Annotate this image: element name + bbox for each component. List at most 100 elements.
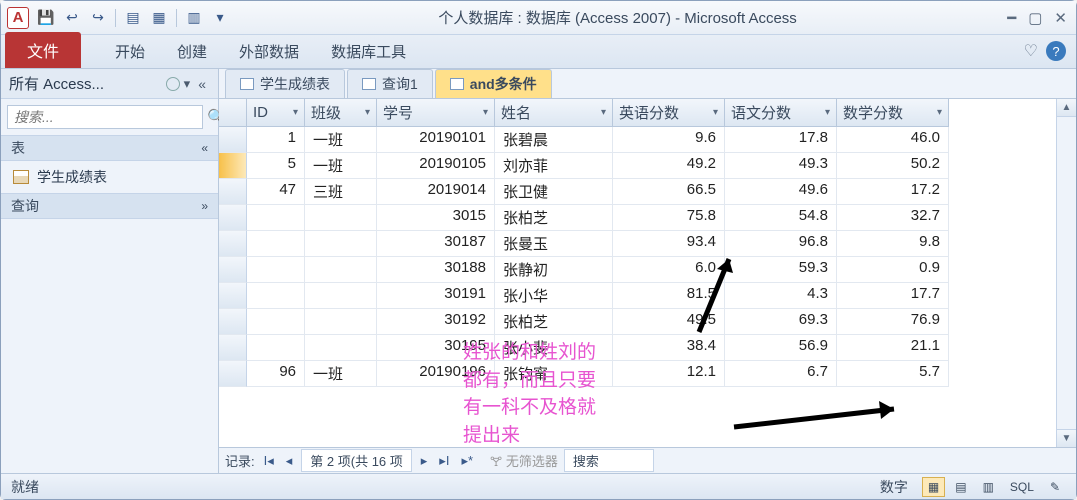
cell-sid[interactable]: 30188 [377, 257, 495, 283]
cell-chinese[interactable]: 54.8 [725, 205, 837, 231]
cell-id[interactable]: 96 [247, 361, 305, 387]
qat-more-icon[interactable]: ▾ [209, 7, 231, 29]
column-header[interactable]: 姓名▾ [495, 99, 613, 127]
row-selector[interactable] [219, 257, 247, 283]
cell-class[interactable]: 一班 [305, 127, 377, 153]
print-preview-icon[interactable]: ▤ [122, 7, 144, 29]
maximize-button[interactable]: ▢ [1025, 9, 1045, 27]
cell-english[interactable]: 9.6 [613, 127, 725, 153]
cell-sid[interactable]: 20190196 [377, 361, 495, 387]
vertical-scrollbar[interactable]: ▲ ▼ [1056, 99, 1076, 447]
cell-math[interactable]: 0.9 [837, 257, 949, 283]
close-button[interactable]: ✕ [1051, 9, 1070, 27]
cell-english[interactable]: 38.4 [613, 335, 725, 361]
cell-class[interactable] [305, 231, 377, 257]
cell-english[interactable]: 6.0 [613, 257, 725, 283]
cell-math[interactable]: 17.7 [837, 283, 949, 309]
cell-chinese[interactable]: 69.3 [725, 309, 837, 335]
cell-english[interactable]: 75.8 [613, 205, 725, 231]
cell-id[interactable] [247, 257, 305, 283]
minimize-ribbon-icon[interactable]: ♡ [1024, 41, 1038, 61]
cell-english[interactable]: 49.5 [613, 309, 725, 335]
column-dropdown-icon[interactable]: ▾ [713, 107, 718, 118]
scroll-down-icon[interactable]: ▼ [1057, 429, 1076, 447]
nav-item-student-scores[interactable]: 学生成绩表 [1, 161, 218, 193]
cell-name[interactable]: 张卫健 [495, 179, 613, 205]
cell-chinese[interactable]: 4.3 [725, 283, 837, 309]
nav-group-tables[interactable]: 表 « [1, 135, 218, 161]
undo-icon[interactable]: ↩ [61, 7, 83, 29]
column-header[interactable]: 语文分数▾ [725, 99, 837, 127]
layout-view-button[interactable]: ▥ [977, 477, 1000, 497]
cell-class[interactable]: 三班 [305, 179, 377, 205]
nav-group-queries[interactable]: 查询 » [1, 193, 218, 219]
cell-chinese[interactable]: 96.8 [725, 231, 837, 257]
cell-math[interactable]: 21.1 [837, 335, 949, 361]
cell-name[interactable]: 张柏芝 [495, 205, 613, 231]
cell-sid[interactable]: 2019014 [377, 179, 495, 205]
column-dropdown-icon[interactable]: ▾ [293, 107, 298, 118]
cell-class[interactable] [305, 257, 377, 283]
row-selector[interactable] [219, 127, 247, 153]
cell-sid[interactable]: 3015 [377, 205, 495, 231]
row-selector[interactable] [219, 335, 247, 361]
scroll-up-icon[interactable]: ▲ [1057, 99, 1076, 117]
row-selector[interactable] [219, 309, 247, 335]
cell-class[interactable] [305, 283, 377, 309]
column-header[interactable]: 数学分数▾ [837, 99, 949, 127]
row-selector-header[interactable] [219, 99, 247, 127]
cell-name[interactable]: 张钧甯 [495, 361, 613, 387]
column-dropdown-icon[interactable]: ▾ [365, 107, 370, 118]
row-selector[interactable] [219, 205, 247, 231]
cell-sid[interactable]: 30191 [377, 283, 495, 309]
cell-id[interactable]: 5 [247, 153, 305, 179]
minimize-button[interactable]: ━ [1004, 9, 1019, 27]
column-header[interactable]: 学号▾ [377, 99, 495, 127]
cell-id[interactable]: 47 [247, 179, 305, 205]
first-record-button[interactable]: I◂ [261, 453, 277, 469]
data-grid[interactable]: ID▾班级▾学号▾姓名▾英语分数▾语文分数▾数学分数▾1一班20190101张碧… [219, 99, 1076, 387]
cell-name[interactable]: 刘亦菲 [495, 153, 613, 179]
ribbon-tab-create[interactable]: 创建 [161, 35, 223, 68]
cell-chinese[interactable]: 56.9 [725, 335, 837, 361]
column-dropdown-icon[interactable]: ▾ [601, 107, 606, 118]
row-selector[interactable] [219, 283, 247, 309]
help-button[interactable]: ? [1046, 41, 1066, 61]
nav-filter-icon[interactable] [166, 77, 180, 91]
cell-math[interactable]: 50.2 [837, 153, 949, 179]
cell-class[interactable] [305, 205, 377, 231]
column-dropdown-icon[interactable]: ▾ [937, 107, 942, 118]
redo-icon[interactable]: ↪ [87, 7, 109, 29]
cell-sid[interactable]: 20190105 [377, 153, 495, 179]
cell-sid[interactable]: 20190101 [377, 127, 495, 153]
cell-id[interactable] [247, 231, 305, 257]
cell-id[interactable] [247, 283, 305, 309]
cell-id[interactable] [247, 205, 305, 231]
cell-class[interactable] [305, 309, 377, 335]
cell-name[interactable]: 张小华 [495, 283, 613, 309]
nav-collapse-icon[interactable]: « [194, 76, 210, 92]
cell-math[interactable]: 5.7 [837, 361, 949, 387]
column-dropdown-icon[interactable]: ▾ [483, 107, 488, 118]
row-selector[interactable] [219, 153, 247, 179]
ribbon-tab-home[interactable]: 开始 [99, 35, 161, 68]
form-view-button[interactable]: ▤ [949, 477, 972, 497]
cell-english[interactable]: 49.2 [613, 153, 725, 179]
file-tab[interactable]: 文件 [5, 32, 81, 68]
sql-view-button[interactable]: SQL [1004, 477, 1040, 497]
ribbon-tab-dbtools[interactable]: 数据库工具 [315, 35, 422, 68]
nav-header[interactable]: 所有 Access... ▾ « [1, 69, 218, 99]
ribbon-tab-external[interactable]: 外部数据 [223, 35, 315, 68]
record-search-input[interactable]: 搜索 [564, 449, 654, 472]
nav-search-input[interactable] [7, 105, 203, 129]
doc-tab[interactable]: 学生成绩表 [225, 69, 345, 98]
cell-chinese[interactable]: 6.7 [725, 361, 837, 387]
cell-math[interactable]: 17.2 [837, 179, 949, 205]
nav-dropdown-icon[interactable]: ▾ [180, 76, 195, 92]
cell-chinese[interactable]: 59.3 [725, 257, 837, 283]
cell-english[interactable]: 93.4 [613, 231, 725, 257]
datasheet-view-button[interactable]: ▦ [922, 477, 945, 497]
design-view-button[interactable]: ✎ [1044, 477, 1066, 497]
cell-math[interactable]: 32.7 [837, 205, 949, 231]
cell-english[interactable]: 81.5 [613, 283, 725, 309]
